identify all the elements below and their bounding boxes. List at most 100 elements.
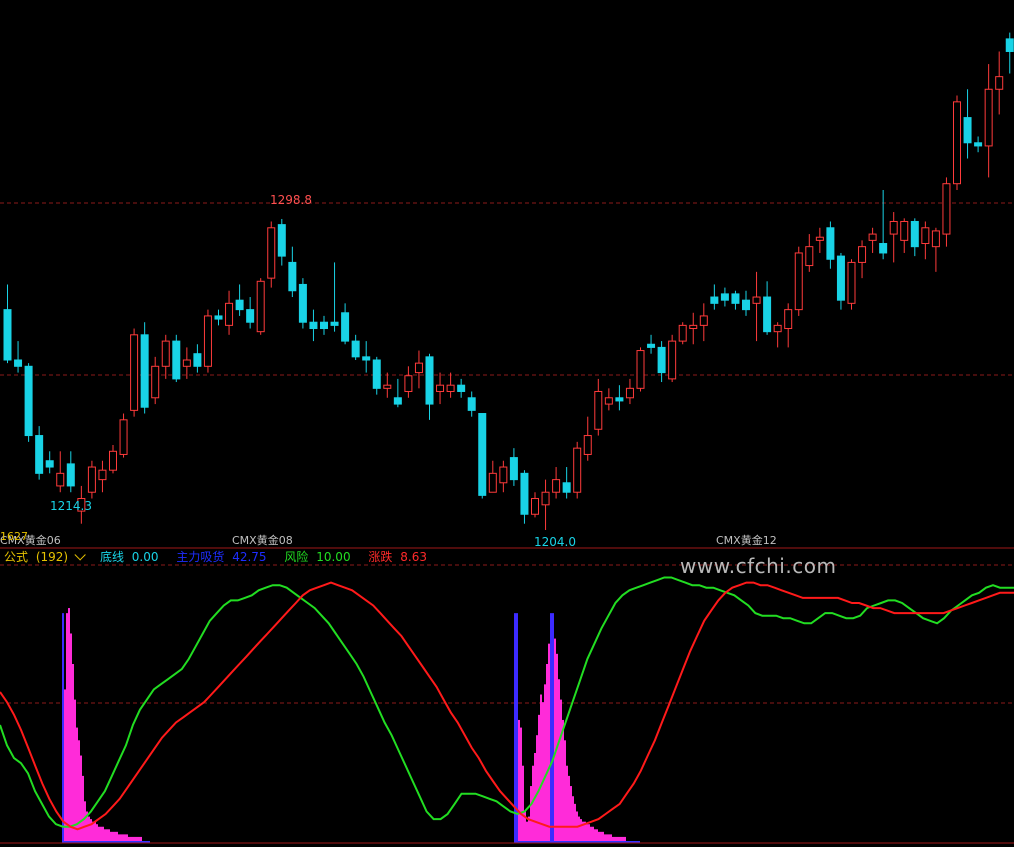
candle-body [910,220,919,248]
candle-body [193,353,202,367]
candle-body [478,413,487,496]
candle-body [794,252,803,311]
candle [805,234,814,272]
candle-body [604,397,613,405]
candle-body [35,435,44,474]
histogram-bar [588,824,590,842]
candle [372,356,381,395]
candle-body [900,220,909,241]
trend-line [0,581,1014,831]
candle [256,278,265,335]
candle [246,297,255,329]
candle-body [66,463,75,487]
candle [362,341,371,373]
formula-selector[interactable]: 公式 (192) [4,549,90,564]
candle-body [879,243,888,254]
candle-body [784,309,793,330]
candle-body [351,340,360,358]
histogram-bar [68,608,70,842]
candle [87,460,96,499]
candle-body [836,255,845,301]
legend-accumulation-label: 主力吸货 [176,550,225,564]
candle [119,413,128,458]
candle-body [330,321,339,326]
candle-body [931,230,940,248]
candle-body [573,447,582,493]
candle-body [383,384,392,389]
histogram-bar [96,824,98,842]
candle [984,64,993,178]
histogram-bar [108,829,110,842]
candle-body [678,324,687,342]
candle-body [615,397,624,402]
histogram-bar [124,834,126,842]
candle-body [277,224,286,257]
candle-body [710,296,719,304]
candle [689,312,698,345]
candle [414,350,423,389]
candle-body [731,293,740,304]
histogram-bar [592,826,594,842]
candle [35,426,44,480]
candle [478,413,487,499]
histogram-bar [608,834,610,842]
candle-body [773,324,782,333]
candle-body [520,472,529,515]
candle [752,271,761,342]
histogram-bar [568,775,570,842]
candle-body [130,334,139,411]
histogram-bar [66,613,68,842]
candle-body [984,88,993,147]
candle [1005,32,1014,74]
candle-body [119,419,128,455]
histogram-bar [522,765,524,842]
histogram-bar [560,699,562,842]
candle [647,334,656,354]
candle [14,341,23,373]
candle-body [341,312,350,342]
histogram-bar [70,633,72,842]
histogram-bar [526,821,528,842]
candle-body [140,334,149,408]
corner-value-label: 1627 [0,530,28,543]
legend-risk: 风险 10.00 [284,550,354,564]
candle-body [98,469,107,481]
candle-body [974,142,983,147]
candle [383,372,392,398]
legend-change-label: 涨跌 [368,550,393,564]
candle [56,451,65,493]
risk-line [0,576,1014,828]
candle [625,378,634,405]
candle [193,344,202,373]
legend-accumulation: 主力吸货 42.75 [176,550,270,564]
candle-body [151,365,160,399]
histogram-bar [544,684,546,842]
candle [815,227,824,253]
candle [773,322,782,348]
candlestick-series[interactable] [3,0,1014,530]
histogram-bar [126,834,128,842]
candle [499,460,508,493]
candle [541,479,550,530]
candle-body [583,435,592,455]
candle [24,363,33,442]
candle-body [963,117,972,144]
candle [457,378,466,398]
candle [267,221,276,288]
candle [203,309,212,373]
candle-body [161,340,170,367]
candle-body [457,384,466,392]
candle-body [214,315,223,320]
chart-stage[interactable] [0,0,1014,847]
chevron-down-icon [74,549,86,561]
formula-param: (192) [35,550,69,564]
candle-body [742,299,750,311]
candle [140,322,149,414]
candle [341,303,350,345]
candle-body [562,482,571,493]
candle-body [625,387,634,399]
histogram-bar [74,699,76,842]
histogram-bar [518,719,520,842]
candle [109,445,117,474]
candle [225,290,234,335]
